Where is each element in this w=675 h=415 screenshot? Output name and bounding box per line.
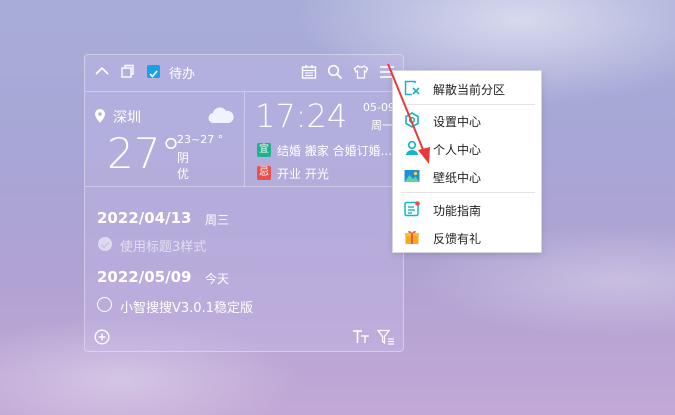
ji-badge: 忌: [257, 166, 271, 180]
weather-panel[interactable]: 深圳 27° 23~27 ° 阴 优: [85, 91, 245, 187]
menu-item-feedback[interactable]: 反馈有礼: [393, 224, 541, 250]
gift-icon: [405, 231, 419, 244]
menu-divider: [401, 192, 535, 193]
weather-air-quality: 优: [177, 167, 190, 181]
weather-range: 23~27 °: [177, 133, 224, 146]
calendar-icon[interactable]: [301, 64, 317, 80]
menu-item-label: 壁纸中心: [433, 171, 482, 185]
yi-badge: 宜: [257, 143, 271, 157]
todo-checkbox[interactable]: [147, 65, 160, 78]
location-pin-icon: [95, 109, 105, 123]
todo-item[interactable]: 小智搜搜V3.0.1稳定版: [120, 297, 253, 316]
menu-item-label: 设置中心: [433, 115, 482, 129]
wallpaper-icon: [404, 170, 420, 182]
collapse-icon[interactable]: [95, 66, 109, 76]
menu-item-guide[interactable]: 功能指南: [393, 196, 541, 222]
menu-item-label: 个人中心: [433, 143, 482, 157]
check-icon: [149, 70, 158, 78]
todo-weekday: 周三: [205, 213, 230, 227]
menu-item-label: 反馈有礼: [433, 232, 482, 246]
task-checkbox[interactable]: [97, 297, 112, 312]
search-icon[interactable]: [327, 64, 343, 80]
check-icon: [100, 241, 110, 249]
pointer-arrow-icon: [387, 63, 430, 164]
todo-item-done[interactable]: 使用标题3样式: [120, 236, 206, 255]
todo-date-heading: 2022/05/09: [97, 268, 192, 286]
desktop-widget: 待办 深圳 27° 23~27 ° 阴 优 17:24 05-09 周一 宜 结…: [84, 54, 404, 352]
ji-text: 开业 开光: [277, 167, 329, 181]
todo-tab-label[interactable]: 待办: [169, 63, 195, 82]
weather-city: 深圳: [113, 110, 141, 126]
yi-text: 结婚 搬家 合婚订婚...: [277, 144, 393, 158]
font-size-icon[interactable]: [352, 329, 370, 345]
cloud-icon: [208, 107, 234, 124]
filter-icon[interactable]: [377, 329, 395, 345]
todo-date-heading: 2022/04/13: [97, 209, 192, 227]
skin-icon[interactable]: [353, 64, 369, 80]
window-icon[interactable]: [120, 64, 134, 78]
weather-temperature: 27°: [107, 129, 182, 178]
guide-icon: [404, 201, 420, 217]
task-done-icon[interactable]: [98, 237, 112, 251]
widget-toolbar: 待办: [85, 55, 403, 92]
menu-item-label: 功能指南: [433, 204, 482, 218]
todo-list: 2022/04/13 周三 使用标题3样式 2022/05/09 今天 小智搜搜…: [85, 187, 403, 353]
add-icon[interactable]: [94, 329, 110, 345]
weather-condition: 阴: [177, 151, 190, 165]
todo-weekday: 今天: [205, 272, 230, 286]
menu-item-label: 解散当前分区: [433, 83, 506, 97]
clock-time: 17:24: [255, 97, 348, 135]
